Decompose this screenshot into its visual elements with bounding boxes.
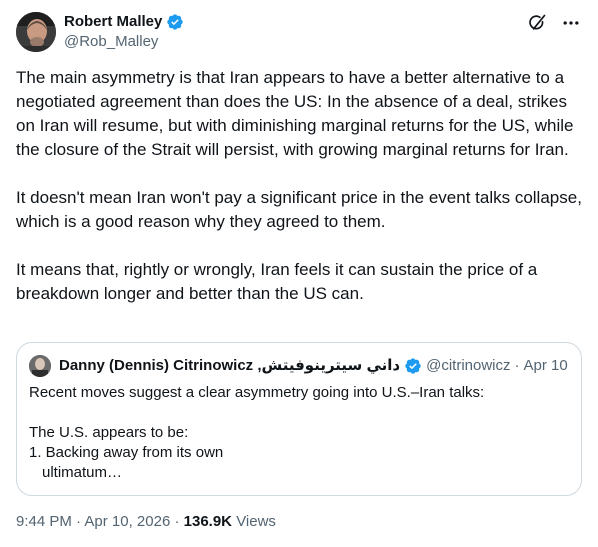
quoted-author-handle: @citrinowicz — [426, 357, 511, 374]
post-meta: 9:44 PM · Apr 10, 2026 · 136.9K Views — [16, 512, 276, 532]
tweet: Robert Malley @Rob_Malley The main asymm… — [0, 0, 598, 547]
author-avatar[interactable] — [16, 12, 56, 52]
author-display-name[interactable]: Robert Malley — [64, 12, 162, 32]
views-count: 136.9K — [183, 513, 233, 530]
quoted-tweet[interactable]: Danny (Dennis) Citrinowicz ,داني سيترينو… — [16, 342, 582, 496]
quoted-author-avatar — [29, 355, 51, 377]
top-actions — [526, 12, 582, 34]
post-date[interactable]: Apr 10, 2026 — [84, 513, 170, 530]
author-handle[interactable]: @Rob_Malley — [64, 32, 184, 52]
post-paragraph: It doesn't mean Iran won't pay a signifi… — [16, 188, 582, 231]
more-icon[interactable] — [560, 12, 582, 34]
quoted-line: Recent moves suggest a clear asymmetry g… — [29, 384, 485, 401]
verified-badge-icon — [167, 14, 184, 30]
quoted-tweet-text: Recent moves suggest a clear asymmetry g… — [29, 383, 569, 483]
quoted-separator: · — [514, 357, 520, 374]
quoted-tweet-header: Danny (Dennis) Citrinowicz ,داني سيترينو… — [29, 355, 569, 377]
post-paragraph: It means that, rightly or wrongly, Iran … — [16, 260, 538, 303]
post-paragraph: The main asymmetry is that Iran appears … — [16, 68, 574, 159]
views-label: Views — [236, 513, 276, 530]
grok-icon[interactable] — [526, 12, 548, 34]
author-name-row: Robert Malley — [64, 12, 184, 32]
post-text: The main asymmetry is that Iran appears … — [16, 66, 584, 306]
meta-separator: · — [174, 513, 180, 530]
quoted-line: ultimatum… — [42, 464, 123, 481]
author-block: Robert Malley @Rob_Malley — [64, 12, 184, 52]
quoted-line: 1. Backing away from its own — [29, 444, 224, 461]
quoted-author-name: Danny (Dennis) Citrinowicz ,داني سيترينو… — [59, 357, 401, 374]
quoted-line: The U.S. appears to be: — [29, 424, 189, 441]
quoted-verified-badge-icon — [405, 358, 421, 374]
post-time[interactable]: 9:44 PM — [16, 513, 72, 530]
quoted-line — [29, 403, 569, 423]
quoted-date: Apr 10 — [523, 357, 568, 374]
meta-separator: · — [76, 513, 82, 530]
